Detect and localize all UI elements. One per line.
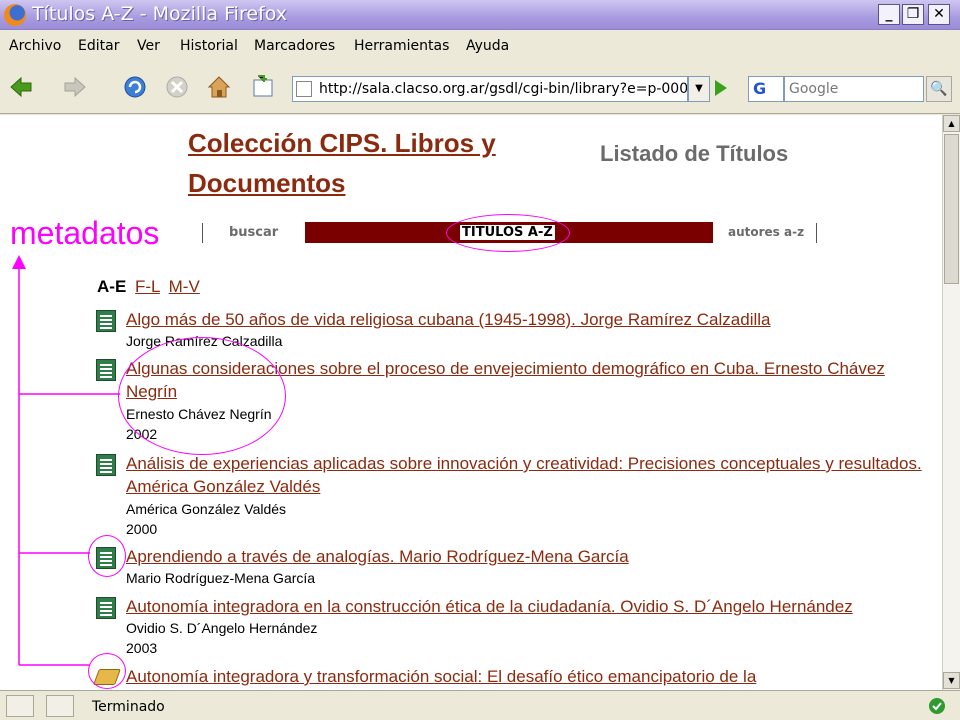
menu-bar: Archivo Editar Ver Historial Marcadores … <box>0 31 960 61</box>
menu-ayuda[interactable]: Ayuda <box>466 38 509 54</box>
search-magnifier-icon[interactable]: 🔍 <box>926 76 952 102</box>
menu-archivo[interactable]: Archivo <box>9 38 61 54</box>
menu-editar[interactable]: Editar <box>78 38 119 54</box>
search-engine-selector[interactable]: G <box>748 76 784 102</box>
menu-ver[interactable]: Ver <box>137 38 160 54</box>
minimize-button[interactable]: _ <box>878 4 900 25</box>
url-input[interactable]: http://sala.clacso.org.ar/gsdl/cgi-bin/l… <box>292 76 688 102</box>
stop-icon[interactable] <box>164 74 190 100</box>
maximize-button[interactable]: ❐ <box>902 4 924 25</box>
new-tab-icon[interactable] <box>250 74 276 100</box>
back-arrow-icon[interactable] <box>8 74 34 100</box>
menu-historial[interactable]: Historial <box>180 38 238 54</box>
menu-herramientas[interactable]: Herramientas <box>354 38 449 54</box>
window-title: Títulos A-Z - Mozilla Firefox <box>32 3 287 25</box>
menu-marcadores[interactable]: Marcadores <box>254 38 335 54</box>
window-titlebar: Títulos A-Z - Mozilla Firefox _ ❐ ✕ <box>0 0 960 30</box>
scroll-thumb[interactable] <box>944 134 959 284</box>
go-arrow-icon[interactable] <box>715 80 727 96</box>
reload-icon[interactable] <box>122 74 148 100</box>
home-icon[interactable] <box>206 74 232 100</box>
status-ok-icon <box>929 698 945 714</box>
status-text: Terminado <box>92 699 165 715</box>
forward-arrow-icon[interactable] <box>62 74 88 100</box>
firefox-logo-icon <box>4 4 26 26</box>
vertical-scrollbar[interactable]: ▲ ▼ <box>942 115 960 690</box>
page-content: Colección CIPS. Libros y Documentos List… <box>0 115 942 690</box>
search-input[interactable]: Google <box>784 76 924 102</box>
close-button[interactable]: ✕ <box>928 4 950 25</box>
scroll-down-button[interactable]: ▼ <box>943 672 960 689</box>
status-cursor-icon[interactable] <box>46 695 74 717</box>
url-dropdown-button[interactable]: ▼ <box>688 76 710 102</box>
status-bar: Terminado <box>0 690 960 720</box>
status-panel-icon[interactable] <box>6 695 34 717</box>
scroll-up-button[interactable]: ▲ <box>943 115 960 132</box>
annotation-connector-lines <box>12 255 120 666</box>
page-icon <box>296 81 312 97</box>
